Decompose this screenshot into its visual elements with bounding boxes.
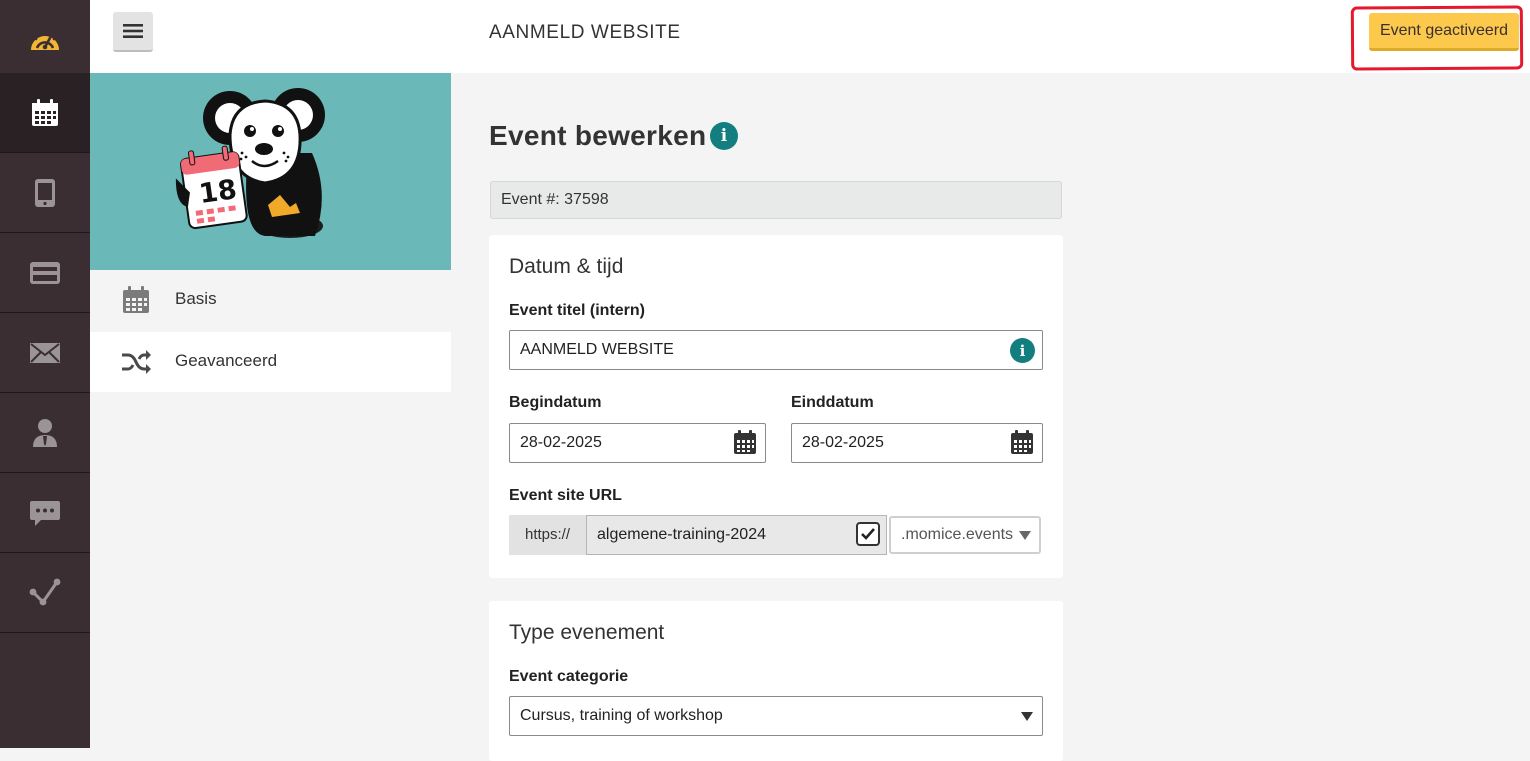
- rail-item-dashboard[interactable]: [0, 0, 90, 80]
- rail-item-mail[interactable]: [0, 313, 90, 393]
- card-title: Datum & tijd: [509, 255, 624, 278]
- page-title: Event bewerken: [489, 120, 707, 151]
- rail-item-analytics[interactable]: [0, 553, 90, 633]
- top-bar: AANMELD WEBSITE Event geactiveerd: [90, 0, 1530, 73]
- event-title-label: Event titel (intern): [509, 302, 646, 319]
- event-url-label: Event site URL: [509, 487, 622, 504]
- page-info-icon[interactable]: i: [710, 122, 738, 150]
- calendar-icon[interactable]: [1010, 429, 1034, 455]
- event-name-heading: AANMELD WEBSITE: [489, 22, 681, 43]
- event-sub-panel: 18 Basis Geavanceerd: [90, 73, 451, 748]
- subnav-item-label: Geavanceerd: [175, 351, 278, 370]
- url-protocol-prefix: https://: [509, 515, 586, 555]
- end-date-input[interactable]: 28-02-2025: [791, 423, 1043, 463]
- event-category-label: Event categorie: [509, 668, 629, 685]
- url-confirm-checkbox[interactable]: [856, 522, 880, 546]
- mouse-mascot-image: 18: [175, 88, 325, 238]
- rail-item-mobile[interactable]: [0, 153, 90, 233]
- hamburger-menu-button[interactable]: [113, 12, 153, 52]
- subnav-item-label: Basis: [175, 289, 217, 308]
- begin-date-input[interactable]: 28-02-2025: [509, 423, 766, 463]
- subnav-item-geavanceerd[interactable]: Geavanceerd: [90, 332, 451, 392]
- speedometer-icon: [31, 30, 59, 50]
- svg-text:18: 18: [197, 174, 239, 210]
- rail-item-chat[interactable]: [0, 473, 90, 553]
- chat-bubble-icon: [30, 500, 60, 526]
- calendar-icon[interactable]: [733, 429, 757, 455]
- analytics-icon: [29, 578, 61, 605]
- calendar-icon: [123, 286, 149, 313]
- event-category-select[interactable]: Cursus, training of workshop: [509, 696, 1043, 736]
- event-id-label: Event #: 37598: [490, 181, 1062, 219]
- hamburger-icon: [123, 24, 143, 38]
- domain-select-value: .momice.events: [901, 526, 1014, 543]
- chevron-down-icon: [1021, 712, 1033, 721]
- domain-select[interactable]: .momice.events: [889, 516, 1041, 554]
- date-time-card: Datum & tijd Event titel (intern) AANMEL…: [489, 235, 1063, 578]
- user-tie-icon: [33, 418, 57, 447]
- event-category-value: Cursus, training of workshop: [520, 707, 723, 724]
- event-url-input[interactable]: algemene-training-2024: [586, 515, 887, 555]
- rail-item-attendees[interactable]: [0, 393, 90, 473]
- event-activated-button[interactable]: Event geactiveerd: [1369, 13, 1519, 51]
- icon-rail: [0, 0, 90, 748]
- end-date-label: Einddatum: [791, 394, 874, 411]
- subnav-item-basis[interactable]: Basis: [90, 270, 451, 330]
- event-title-input[interactable]: AANMELD WEBSITE: [509, 330, 1043, 370]
- mobile-phone-icon: [35, 178, 55, 207]
- chevron-down-icon: [1019, 531, 1031, 540]
- credit-card-icon: [30, 261, 60, 284]
- event-type-card: Type evenement Event categorie Cursus, t…: [489, 601, 1063, 761]
- event-title-info-icon[interactable]: i: [1010, 338, 1035, 363]
- card-title: Type evenement: [509, 621, 665, 644]
- checkmark-icon: [861, 528, 875, 540]
- rail-item-events[interactable]: [0, 73, 90, 153]
- begin-date-label: Begindatum: [509, 394, 602, 411]
- envelope-icon: [30, 342, 60, 363]
- mascot-illustration: 18: [90, 73, 451, 270]
- shuffle-icon: [122, 350, 151, 374]
- rail-item-payments[interactable]: [0, 233, 90, 313]
- calendar-icon: [32, 98, 58, 126]
